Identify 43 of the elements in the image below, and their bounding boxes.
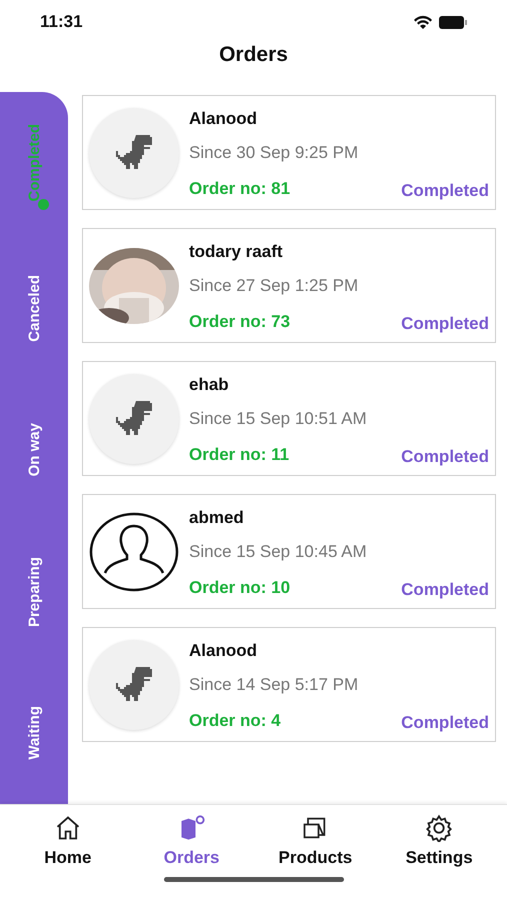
- order-status: Completed: [401, 712, 489, 732]
- battery-icon: [439, 16, 467, 28]
- user-icon: [89, 512, 179, 592]
- customer-name: ehab: [189, 374, 230, 394]
- order-number: Order no: 10: [189, 578, 290, 598]
- order-number: Order no: 81: [189, 178, 290, 198]
- order-card[interactable]: abmed Since 15 Sep 10:45 AM Order no: 10 Completed: [82, 494, 496, 609]
- tab-bar-item[interactable]: Products: [260, 813, 370, 869]
- customer-name: todary raaft: [189, 242, 284, 262]
- order-number: Order no: 73: [189, 312, 290, 332]
- order-date: Since 30 Sep 9:25 PM: [189, 142, 360, 162]
- order-date: Since 14 Sep 5:17 PM: [189, 674, 360, 694]
- status-time: 11:31: [40, 12, 83, 32]
- order-date: Since 15 Sep 10:45 AM: [189, 542, 368, 562]
- dinosaur-icon: [114, 134, 154, 170]
- order-date: Since 15 Sep 10:51 AM: [189, 408, 368, 428]
- customer-name: Alanood: [189, 640, 258, 660]
- order-number: Order no: 4: [189, 710, 281, 730]
- order-number: Order no: 11: [189, 444, 290, 464]
- order-date: Since 27 Sep 1:25 PM: [189, 276, 360, 296]
- order-card[interactable]: Alanood Since 14 Sep 5:17 PM Order no: 4 Completed: [82, 627, 496, 742]
- order-status: Completed: [401, 314, 489, 334]
- dinosaur-icon: [114, 666, 154, 702]
- order-status: Completed: [401, 180, 489, 200]
- page-title: Orders: [219, 44, 288, 68]
- order-card[interactable]: todary raaft Since 27 Sep 1:25 PM Order no: 73 Completed: [82, 228, 496, 343]
- tab-bar-item[interactable]: Home: [12, 813, 123, 869]
- status-tab[interactable]: Preparing: [0, 520, 68, 662]
- order-card[interactable]: Alanood Since 30 Sep 9:25 PM Order no: 81 Completed: [82, 95, 496, 210]
- order-card[interactable]: ehab Since 15 Sep 10:51 AM Order no: 11 Completed: [82, 361, 496, 476]
- status-tab[interactable]: On way: [0, 379, 68, 521]
- settings-icon: [424, 814, 454, 842]
- order-status: Completed: [401, 446, 489, 466]
- tab-bar-item[interactable]: Settings: [384, 813, 494, 869]
- selected-dot: [38, 199, 48, 210]
- status-tab[interactable]: Canceled: [0, 238, 68, 380]
- order-status: Completed: [401, 580, 489, 600]
- status-tab[interactable]: Waiting: [0, 662, 68, 804]
- dinosaur-icon: [114, 400, 154, 436]
- wifi-icon: [413, 15, 433, 29]
- customer-name: Alanood: [189, 108, 258, 128]
- tab-bar-item[interactable]: Orders: [136, 813, 247, 869]
- customer-name: abmed: [189, 508, 245, 528]
